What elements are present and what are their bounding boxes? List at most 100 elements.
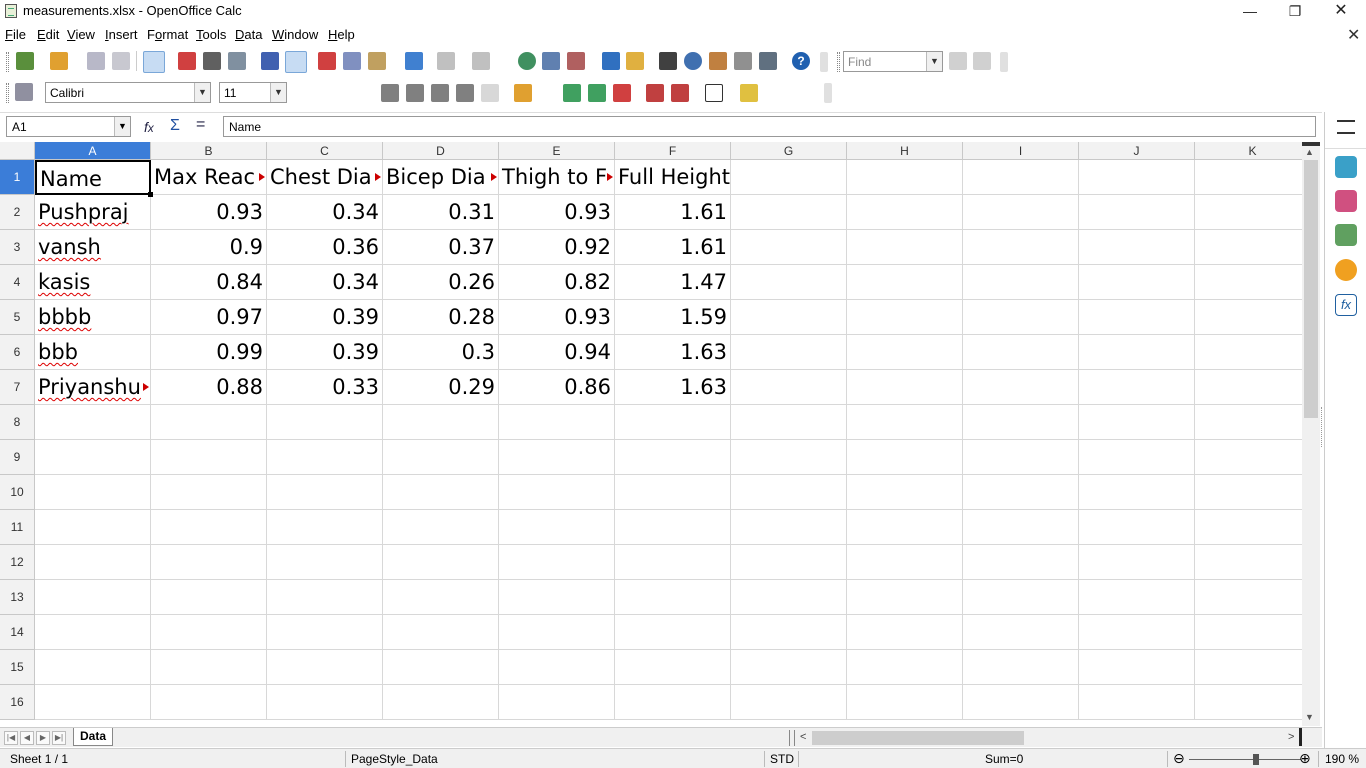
zoom-slider[interactable] — [1189, 759, 1301, 760]
cell-b10[interactable] — [151, 475, 267, 510]
cell-f12[interactable] — [615, 545, 731, 580]
cell-k12[interactable] — [1195, 545, 1302, 580]
menu-file[interactable]: File — [5, 27, 26, 42]
cell-h7[interactable] — [847, 370, 963, 405]
column-header-i[interactable]: I — [963, 142, 1079, 160]
cell-j4[interactable] — [1079, 265, 1195, 300]
column-header-j[interactable]: J — [1079, 142, 1195, 160]
cell-h3[interactable] — [847, 230, 963, 265]
chart-icon[interactable] — [602, 52, 620, 70]
page-preview-icon[interactable] — [228, 52, 246, 70]
cell-c3[interactable]: 0.36 — [267, 230, 383, 265]
cell-c6[interactable]: 0.39 — [267, 335, 383, 370]
delete-decimal-icon[interactable] — [613, 84, 631, 102]
last-sheet-icon[interactable]: ▶| — [52, 731, 66, 745]
cell-d10[interactable] — [383, 475, 499, 510]
cell-f14[interactable] — [615, 615, 731, 650]
cell-j10[interactable] — [1079, 475, 1195, 510]
cell-e11[interactable] — [499, 510, 615, 545]
cell-j13[interactable] — [1079, 580, 1195, 615]
cell-e12[interactable] — [499, 545, 615, 580]
align-left-icon[interactable] — [381, 84, 399, 102]
chevron-down-icon[interactable]: ▼ — [114, 117, 130, 136]
menu-data[interactable]: Data — [235, 27, 262, 42]
styles-formatting-icon[interactable] — [1335, 190, 1357, 212]
chevron-down-icon[interactable]: ▼ — [926, 52, 942, 71]
cell-c15[interactable] — [267, 650, 383, 685]
column-header-k[interactable]: K — [1195, 142, 1302, 160]
cell-a15[interactable] — [35, 650, 151, 685]
row-header-16[interactable]: 16 — [0, 685, 35, 720]
cell-d7[interactable]: 0.29 — [383, 370, 499, 405]
redo-icon[interactable] — [472, 52, 490, 70]
select-all-corner[interactable] — [0, 142, 35, 160]
help-icon[interactable]: ? — [792, 52, 810, 70]
cell-k6[interactable] — [1195, 335, 1302, 370]
cell-d5[interactable]: 0.28 — [383, 300, 499, 335]
cell-i2[interactable] — [963, 195, 1079, 230]
find-next-icon[interactable] — [949, 52, 967, 70]
decrease-indent-icon[interactable] — [646, 84, 664, 102]
spreadsheet-grid[interactable]: A B C D E F G H I J K 1 2 3 4 5 6 7 8 9 10 11 12 13 14 15 16 Name Ma… — [0, 142, 1302, 726]
column-header-h[interactable]: H — [847, 142, 963, 160]
column-header-b[interactable]: B — [151, 142, 267, 160]
cell-f15[interactable] — [615, 650, 731, 685]
cell-h5[interactable] — [847, 300, 963, 335]
print-icon[interactable] — [203, 52, 221, 70]
cell-a4[interactable]: kasis — [35, 265, 151, 300]
toolbar-overflow-icon[interactable] — [820, 52, 828, 72]
cut-icon[interactable] — [318, 52, 336, 70]
horizontal-scroll-thumb[interactable] — [812, 731, 1024, 745]
menu-tools[interactable]: Tools — [196, 27, 226, 42]
cell-f13[interactable] — [615, 580, 731, 615]
cell-b5[interactable]: 0.97 — [151, 300, 267, 335]
cell-k16[interactable] — [1195, 685, 1302, 720]
align-center-icon[interactable] — [406, 84, 424, 102]
cell-k11[interactable] — [1195, 510, 1302, 545]
tab-scroll-splitter[interactable] — [789, 730, 795, 746]
zoom-level[interactable]: 190 % — [1325, 752, 1359, 766]
cell-c9[interactable] — [267, 440, 383, 475]
cell-d12[interactable] — [383, 545, 499, 580]
cell-h13[interactable] — [847, 580, 963, 615]
save-icon[interactable] — [87, 52, 105, 70]
sidebar-menu-icon[interactable] — [1337, 120, 1355, 134]
scroll-right-icon[interactable]: > — [1288, 731, 1294, 743]
copy-icon[interactable] — [343, 52, 361, 70]
cell-j1[interactable] — [1079, 160, 1195, 195]
cell-g11[interactable] — [731, 510, 847, 545]
cell-f3[interactable]: 1.61 — [615, 230, 731, 265]
cell-d16[interactable] — [383, 685, 499, 720]
cell-b13[interactable] — [151, 580, 267, 615]
cell-k1[interactable] — [1195, 160, 1302, 195]
row-header-4[interactable]: 4 — [0, 265, 35, 300]
find-input[interactable]: Find ▼ — [843, 51, 943, 72]
cell-i9[interactable] — [963, 440, 1079, 475]
find-replace-icon[interactable] — [659, 52, 677, 70]
autospellcheck-icon[interactable] — [285, 51, 307, 73]
cell-a5[interactable]: bbbb — [35, 300, 151, 335]
minimize-button[interactable]: — — [1227, 0, 1273, 22]
cell-i8[interactable] — [963, 405, 1079, 440]
cell-d13[interactable] — [383, 580, 499, 615]
cell-b3[interactable]: 0.9 — [151, 230, 267, 265]
cell-d3[interactable]: 0.37 — [383, 230, 499, 265]
cell-c12[interactable] — [267, 545, 383, 580]
cell-f9[interactable] — [615, 440, 731, 475]
menu-view[interactable]: View — [67, 27, 95, 42]
row-header-8[interactable]: 8 — [0, 405, 35, 440]
toolbar-grip[interactable] — [837, 52, 840, 72]
cell-j14[interactable] — [1079, 615, 1195, 650]
cell-b15[interactable] — [151, 650, 267, 685]
cell-a9[interactable] — [35, 440, 151, 475]
cell-j11[interactable] — [1079, 510, 1195, 545]
spellcheck-icon[interactable] — [261, 52, 279, 70]
cell-j15[interactable] — [1079, 650, 1195, 685]
zoom-slider-knob[interactable] — [1253, 754, 1259, 765]
cell-b11[interactable] — [151, 510, 267, 545]
chevron-down-icon[interactable]: ▼ — [270, 83, 286, 102]
cell-e5[interactable]: 0.93 — [499, 300, 615, 335]
menu-window[interactable]: Window — [272, 27, 318, 42]
cell-f16[interactable] — [615, 685, 731, 720]
gallery-icon[interactable] — [1335, 224, 1357, 246]
